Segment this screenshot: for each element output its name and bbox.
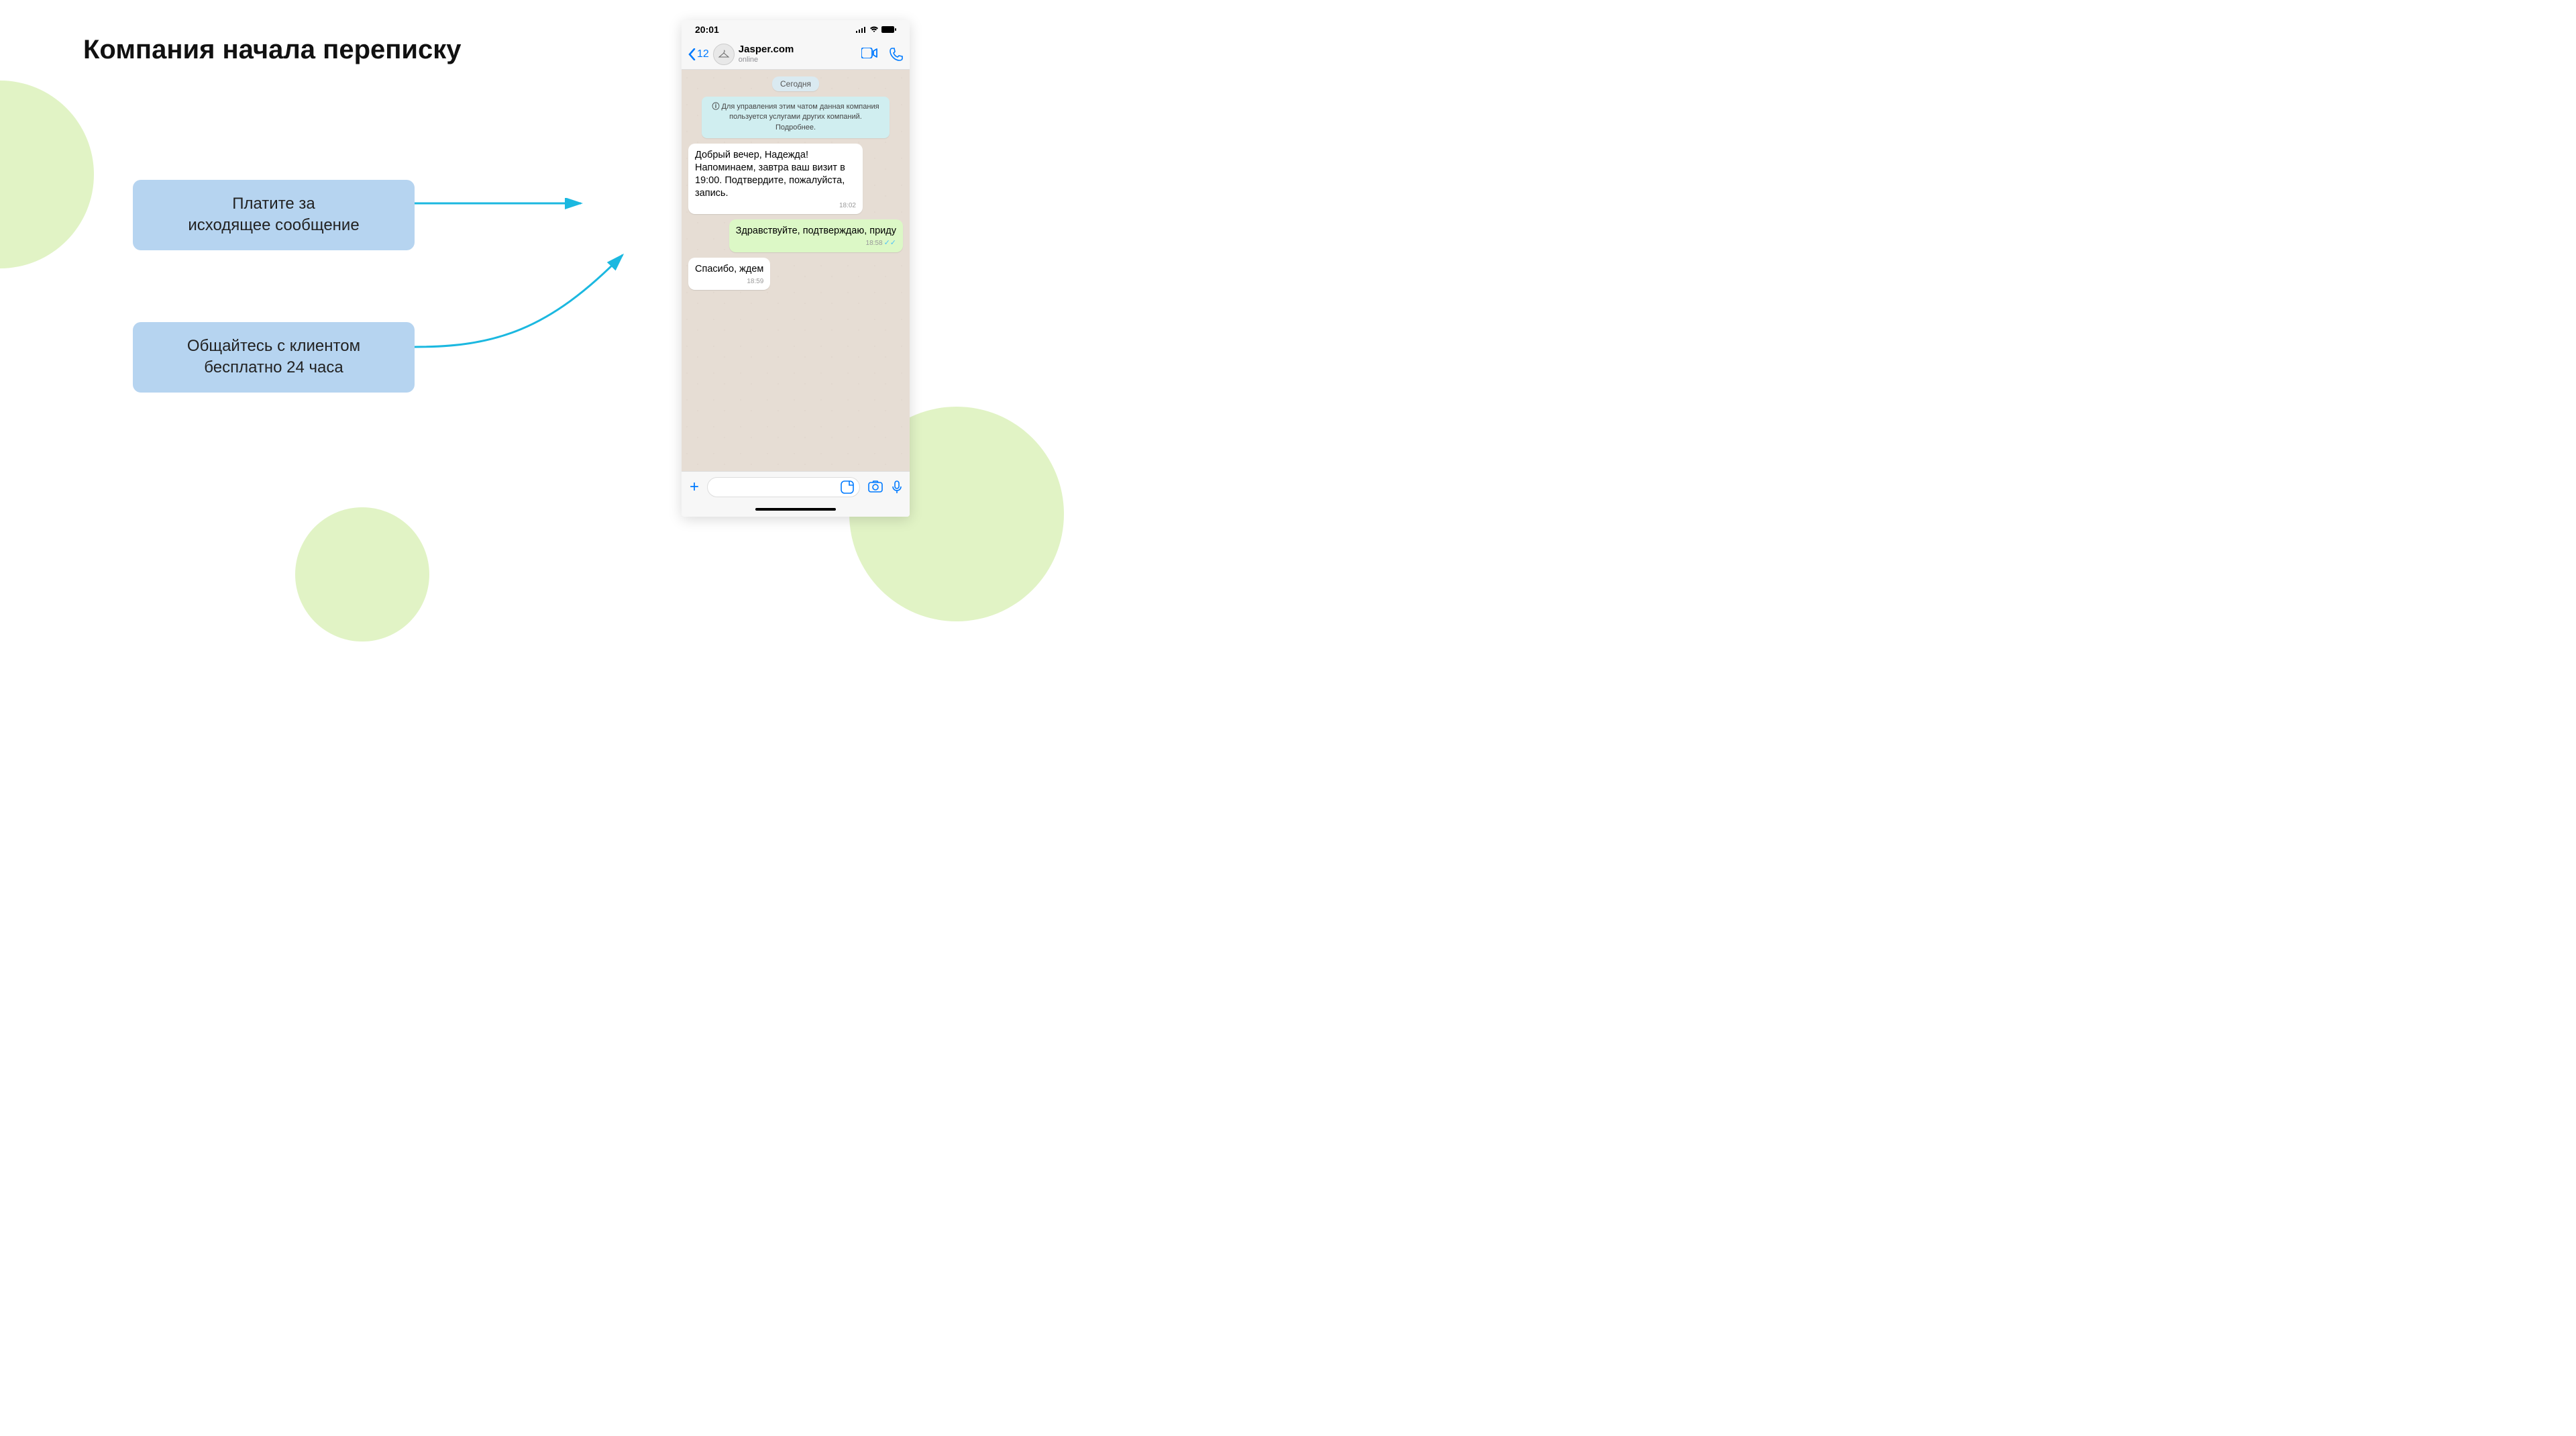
decorative-circle (0, 81, 94, 268)
message-time: 18:58 ✓✓ (736, 238, 896, 248)
status-icons (856, 26, 896, 33)
status-bar: 20:01 (682, 20, 910, 39)
page-title: Компания начала переписку (83, 35, 462, 65)
message-text: Спасибо, ждем (695, 263, 763, 276)
camera-icon[interactable] (868, 480, 883, 493)
callout-line: исходящее сообщение (153, 215, 394, 236)
message-time: 18:59 (695, 277, 763, 286)
callout-outgoing-paid: Платите за исходящее сообщение (133, 180, 415, 250)
message-outgoing[interactable]: Здравствуйте, подтверждаю, приду 18:58 ✓… (729, 219, 903, 252)
status-time: 20:01 (695, 24, 719, 35)
arrow-icon (415, 198, 589, 218)
phone-call-icon[interactable] (890, 48, 903, 61)
phone-mockup: 20:01 12 Jasper.com online Сегодня ⓘ Для… (682, 20, 910, 517)
callout-line: бесплатно 24 часа (153, 357, 394, 378)
chevron-left-icon (688, 48, 696, 60)
callout-free-24h: Общайтесь с клиентом бесплатно 24 часа (133, 322, 415, 393)
message-text: Здравствуйте, подтверждаю, приду (736, 225, 896, 238)
arrow-icon (415, 250, 629, 364)
contact-info[interactable]: Jasper.com online (739, 44, 857, 64)
system-notice[interactable]: ⓘ Для управления этим чатом данная компа… (702, 97, 890, 138)
chat-header: 12 Jasper.com online (682, 39, 910, 70)
decorative-circle (295, 507, 429, 642)
attach-button[interactable]: + (690, 478, 699, 497)
callout-line: Общайтесь с клиентом (153, 336, 394, 357)
hanger-icon (718, 50, 730, 59)
date-pill: Сегодня (772, 76, 819, 91)
sticker-icon[interactable] (841, 480, 854, 494)
signal-icon (856, 26, 867, 33)
avatar[interactable] (713, 44, 735, 65)
message-time: 18:02 (695, 201, 856, 210)
info-icon: ⓘ (712, 103, 721, 111)
home-indicator[interactable] (682, 502, 910, 517)
mic-icon[interactable] (892, 480, 902, 494)
message-incoming[interactable]: Добрый вечер, Надежда! Напоминаем, завтр… (688, 144, 863, 213)
input-bar: + (682, 471, 910, 502)
back-button[interactable]: 12 (688, 48, 709, 60)
battery-icon (881, 26, 896, 33)
video-call-icon[interactable] (861, 48, 877, 58)
message-incoming[interactable]: Спасибо, ждем 18:59 (688, 258, 770, 290)
back-count: 12 (697, 48, 709, 60)
message-text: Добрый вечер, Надежда! Напоминаем, завтр… (695, 149, 856, 199)
read-checks-icon: ✓✓ (884, 238, 896, 248)
chat-body[interactable]: Сегодня ⓘ Для управления этим чатом данн… (682, 70, 910, 471)
callout-line: Платите за (153, 193, 394, 215)
contact-status: online (739, 56, 857, 64)
system-notice-text: Для управления этим чатом данная компани… (722, 103, 879, 132)
contact-name: Jasper.com (739, 44, 857, 56)
message-input[interactable] (707, 477, 860, 497)
wifi-icon (869, 26, 879, 33)
